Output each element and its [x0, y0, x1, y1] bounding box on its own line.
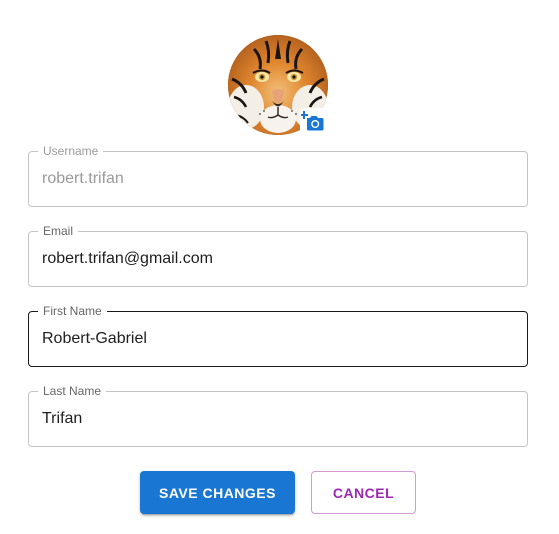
- email-input[interactable]: [42, 232, 515, 286]
- email-field: Email: [28, 224, 528, 287]
- last-name-field: Last Name: [28, 384, 528, 447]
- change-photo-button[interactable]: [300, 108, 326, 134]
- username-input[interactable]: [42, 152, 515, 206]
- last-name-input[interactable]: [42, 392, 515, 446]
- first-name-input[interactable]: [42, 312, 515, 366]
- cancel-button[interactable]: CANCEL: [311, 471, 416, 514]
- username-field: Username: [28, 144, 528, 207]
- add-a-photo-icon: [301, 111, 324, 131]
- first-name-field: First Name: [28, 304, 528, 367]
- save-changes-button[interactable]: SAVE CHANGES: [140, 471, 295, 514]
